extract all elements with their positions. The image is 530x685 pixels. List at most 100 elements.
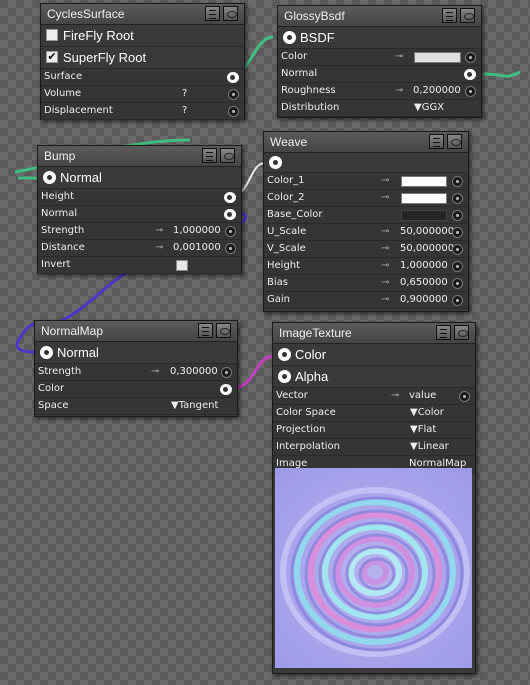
weave-output-row[interactable] <box>264 153 468 173</box>
node-preview-button[interactable] <box>216 323 231 338</box>
normal-output-row[interactable]: Normal <box>35 342 237 364</box>
node-header[interactable]: CyclesSurface <box>41 4 244 25</box>
weave-node[interactable]: Weave Color_1 ⊸ Color_2 ⊸ Base_Color U_S… <box>263 131 469 312</box>
node-menu-button[interactable] <box>442 8 457 23</box>
glossy-bsdf-node[interactable]: GlossyBsdf BSDF Color ⊸ Normal Roughness… <box>277 5 482 118</box>
superfly-root-checkbox[interactable]: ✔ <box>46 51 58 63</box>
node-preview-button[interactable] <box>454 325 469 340</box>
distance-input-socket[interactable] <box>225 243 236 254</box>
row-value[interactable]: 1,000000 <box>400 260 448 271</box>
row-value[interactable]: 50,000000 <box>400 226 454 237</box>
normal-output-row[interactable]: Normal <box>38 167 241 189</box>
height-input-socket[interactable] <box>452 261 463 272</box>
color1-input-row[interactable]: Color_1 ⊸ <box>264 173 468 190</box>
node-preview-button[interactable] <box>223 6 238 21</box>
displacement-input-row[interactable]: Displacement ? <box>41 103 244 120</box>
node-menu-button[interactable] <box>429 134 444 149</box>
distribution-row[interactable]: Distribution ▼GGX <box>278 100 481 117</box>
strength-input-socket[interactable] <box>225 226 236 237</box>
space-row[interactable]: Space ▼Tangent <box>35 398 237 415</box>
color-output-socket[interactable] <box>278 348 291 361</box>
normal-output-socket[interactable] <box>43 171 56 184</box>
normal-map-node[interactable]: NormalMap Normal Strength ⊸ 0,300000 Col… <box>34 320 238 417</box>
roughness-input-socket[interactable] <box>465 86 476 97</box>
firefly-root-checkbox[interactable] <box>46 29 58 41</box>
gain-input-socket[interactable] <box>452 295 463 306</box>
bias-input-row[interactable]: Bias ⊸ 0,650000 <box>264 275 468 292</box>
interpolation-row[interactable]: Interpolation ▼Linear <box>273 439 475 456</box>
v-scale-input-socket[interactable] <box>452 244 463 255</box>
strength-input-socket[interactable] <box>221 367 232 378</box>
base-color-input-row[interactable]: Base_Color <box>264 207 468 224</box>
row-value[interactable]: value <box>409 390 436 401</box>
normal-output-socket[interactable] <box>40 346 53 359</box>
node-preview-button[interactable] <box>220 148 235 163</box>
surface-input-row[interactable]: Surface <box>41 69 244 86</box>
color2-input-socket[interactable] <box>452 193 463 204</box>
color-input-socket[interactable] <box>465 52 476 63</box>
color1-swatch[interactable] <box>401 176 447 187</box>
color-input-row[interactable]: Color ⊸ <box>278 49 481 66</box>
normal-input-row[interactable]: Normal <box>38 206 241 223</box>
row-value[interactable]: 1,000000 <box>173 225 221 236</box>
node-menu-button[interactable] <box>205 6 220 21</box>
normal-input-socket[interactable] <box>224 209 236 220</box>
row-value[interactable]: 0,001000 <box>173 242 221 253</box>
bsdf-output-row[interactable]: BSDF <box>278 27 481 49</box>
row-value[interactable]: 0,300000 <box>170 366 218 377</box>
color-space-dropdown[interactable]: ▼Color <box>410 407 444 418</box>
height-input-socket[interactable] <box>224 192 236 203</box>
gain-input-row[interactable]: Gain ⊸ 0,900000 <box>264 292 468 309</box>
weave-output-socket[interactable] <box>269 156 282 169</box>
node-header[interactable]: Bump <box>38 146 241 167</box>
invert-checkbox[interactable] <box>176 260 188 271</box>
row-value[interactable]: 0,650000 <box>400 277 448 288</box>
strength-input-row[interactable]: Strength ⊸ 1,000000 <box>38 223 241 240</box>
node-menu-button[interactable] <box>436 325 451 340</box>
space-dropdown[interactable]: ▼Tangent <box>171 400 218 411</box>
node-header[interactable]: Weave <box>264 132 468 153</box>
projection-dropdown[interactable]: ▼Flat <box>410 424 436 435</box>
firefly-root-option[interactable]: FireFly Root <box>41 25 244 47</box>
strength-input-row[interactable]: Strength ⊸ 0,300000 <box>35 364 237 381</box>
u-scale-input-row[interactable]: U_Scale ⊸ 50,000000 <box>264 224 468 241</box>
image-texture-node[interactable]: ImageTexture Color Alpha Vector ⊸ value … <box>272 322 476 674</box>
roughness-input-row[interactable]: Roughness ⊸ 0,200000 <box>278 83 481 100</box>
node-header[interactable]: ImageTexture <box>273 323 475 344</box>
color2-input-row[interactable]: Color_2 ⊸ <box>264 190 468 207</box>
bsdf-output-socket[interactable] <box>283 31 296 44</box>
normal-input-row[interactable]: Normal <box>278 66 481 83</box>
color-space-row[interactable]: Color Space ▼Color <box>273 405 475 422</box>
bias-input-socket[interactable] <box>452 278 463 289</box>
cycles-surface-node[interactable]: CyclesSurface FireFly Root ✔ SuperFly Ro… <box>40 3 245 120</box>
row-value[interactable]: 0,900000 <box>400 294 448 305</box>
node-header[interactable]: GlossyBsdf <box>278 6 481 27</box>
row-value[interactable]: 0,200000 <box>413 85 461 96</box>
base-color-swatch[interactable] <box>401 210 447 221</box>
node-preview-button[interactable] <box>460 8 475 23</box>
vector-input-socket[interactable] <box>459 391 470 402</box>
v-scale-input-row[interactable]: V_Scale ⊸ 50,000000 <box>264 241 468 258</box>
color-output-row[interactable]: Color <box>273 344 475 366</box>
color-input-socket[interactable] <box>220 384 232 395</box>
alpha-output-row[interactable]: Alpha <box>273 366 475 388</box>
node-preview-button[interactable] <box>447 134 462 149</box>
surface-input-socket[interactable] <box>227 72 239 83</box>
distance-input-row[interactable]: Distance ⊸ 0,001000 <box>38 240 241 257</box>
bump-node[interactable]: Bump Normal Height Normal Strength ⊸ 1,0… <box>37 145 242 274</box>
invert-row[interactable]: Invert <box>38 257 241 274</box>
node-menu-button[interactable] <box>198 323 213 338</box>
projection-row[interactable]: Projection ▼Flat <box>273 422 475 439</box>
height-input-row[interactable]: Height ⊸ 1,000000 <box>264 258 468 275</box>
u-scale-input-socket[interactable] <box>452 227 463 238</box>
color1-input-socket[interactable] <box>452 176 463 187</box>
displacement-input-socket[interactable] <box>228 106 239 117</box>
node-menu-button[interactable] <box>202 148 217 163</box>
color-swatch[interactable] <box>414 52 461 63</box>
normal-input-socket[interactable] <box>464 69 476 80</box>
base-color-input-socket[interactable] <box>452 210 463 221</box>
height-input-row[interactable]: Height <box>38 189 241 206</box>
superfly-root-option[interactable]: ✔ SuperFly Root <box>41 47 244 69</box>
alpha-output-socket[interactable] <box>278 370 291 383</box>
row-value[interactable]: 50,000000 <box>400 243 454 254</box>
